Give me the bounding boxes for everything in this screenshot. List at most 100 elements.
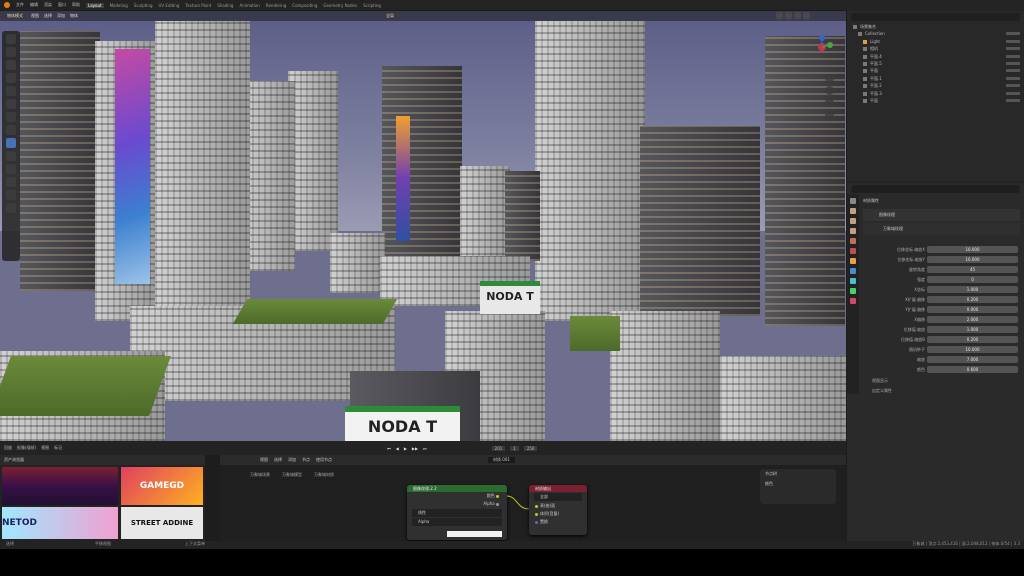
property-value-field[interactable]: 0.600: [927, 366, 1018, 373]
workspace-tab-texture-paint[interactable]: Texture Paint: [185, 3, 211, 8]
property-value-field[interactable]: 10.000: [927, 256, 1018, 263]
annotate-tool-icon[interactable]: [6, 112, 16, 122]
world-tab-icon[interactable]: [850, 248, 856, 254]
property-value-field[interactable]: 0.200: [927, 296, 1018, 303]
properties-search-input[interactable]: [851, 185, 1020, 193]
outliner-search-input[interactable]: [851, 13, 1020, 21]
end-frame-field[interactable]: 250: [523, 445, 538, 451]
property-value-field[interactable]: 45: [927, 266, 1018, 273]
breadcrumb-item[interactable]: 万象城材质: [314, 472, 334, 478]
property-value-field[interactable]: 1.000: [927, 286, 1018, 293]
property-value-field[interactable]: 7.000: [927, 356, 1018, 363]
viewport-menu-select[interactable]: 选择: [44, 13, 52, 19]
outliner-item[interactable]: 平面: [853, 67, 1024, 74]
outliner-item[interactable]: 平面.1: [853, 75, 1024, 82]
brush-tool-icon[interactable]: [6, 151, 16, 161]
visibility-toggles[interactable]: [1006, 39, 1020, 43]
prev-keyframe-icon[interactable]: ◀: [396, 446, 399, 451]
property-value-field[interactable]: 0.000: [927, 306, 1018, 313]
viewport-menu-view[interactable]: 视图: [31, 13, 39, 19]
node-menu-view[interactable]: 视图: [260, 457, 268, 463]
breadcrumb-item[interactable]: 万象城场景: [250, 472, 270, 478]
property-value-field[interactable]: 0.200: [927, 336, 1018, 343]
property-value-field[interactable]: 10.000: [927, 246, 1018, 253]
camera-view-icon[interactable]: [825, 98, 834, 107]
menu-edit[interactable]: 编辑: [30, 2, 38, 8]
workspace-tab-layout[interactable]: Layout: [86, 2, 104, 8]
draw-tool-icon[interactable]: [6, 138, 16, 148]
modifier-tab-icon[interactable]: [850, 268, 856, 274]
viewport-menu-add[interactable]: 添加: [57, 13, 65, 19]
visibility-toggles[interactable]: [1006, 84, 1020, 88]
eraser-tool-icon[interactable]: [6, 190, 16, 200]
visibility-toggles[interactable]: [1006, 69, 1020, 73]
timeline-menu-marker[interactable]: 标记: [54, 445, 62, 451]
property-value-field[interactable]: 2.000: [927, 316, 1018, 323]
node-menu-add[interactable]: 添加: [288, 457, 296, 463]
menu-help[interactable]: 帮助: [72, 2, 80, 8]
asset-thumbnail[interactable]: NETOD: [2, 507, 118, 539]
material-tab-icon[interactable]: [850, 298, 856, 304]
workspace-tab-shading[interactable]: Shading: [217, 3, 233, 8]
jump-start-icon[interactable]: ⏮: [387, 446, 391, 451]
viewport-menu-object[interactable]: 物体: [70, 13, 78, 19]
transform-tool-icon[interactable]: [6, 99, 16, 109]
transform-orientation[interactable]: 全局: [383, 13, 397, 19]
scene-tab-icon[interactable]: [850, 238, 856, 244]
visibility-toggles[interactable]: [1006, 32, 1020, 36]
outliner-item[interactable]: Light: [853, 38, 1024, 45]
properties-subsection[interactable]: 万象城纹理: [863, 223, 1020, 235]
zoom-icon[interactable]: [825, 74, 834, 83]
play-icon[interactable]: ▶: [404, 446, 407, 451]
measure-tool-icon[interactable]: [6, 125, 16, 135]
asset-thumbnail[interactable]: STREET ADDINE: [121, 507, 203, 539]
workspace-tab-compositing[interactable]: Compositing: [292, 3, 317, 8]
property-value-field[interactable]: 0: [927, 276, 1018, 283]
workspace-tab-uv[interactable]: UV Editing: [159, 3, 180, 8]
outliner-item[interactable]: 场景集合: [853, 23, 1024, 30]
pan-icon[interactable]: [825, 86, 834, 95]
asset-thumbnail[interactable]: GAMEGD: [121, 467, 203, 505]
menu-render[interactable]: 渲染: [44, 2, 52, 8]
mode-selector[interactable]: 物体模式: [4, 13, 26, 19]
output-tab-icon[interactable]: [850, 218, 856, 224]
property-value-field[interactable]: 1.000: [927, 326, 1018, 333]
jump-end-icon[interactable]: ⏭: [423, 446, 427, 451]
outliner-item[interactable]: 平面.3: [853, 90, 1024, 97]
workspace-tab-animation[interactable]: Animation: [239, 3, 259, 8]
object-tab-icon[interactable]: [850, 258, 856, 264]
property-value-field[interactable]: 10.000: [927, 346, 1018, 353]
timeline-menu-view[interactable]: 视图: [41, 445, 49, 451]
outliner-item[interactable]: 平面.4: [853, 53, 1024, 60]
node-editor[interactable]: 视图 选择 添加 节点 使用节点 材质.001 万象城场景 万象城模型 万象城材…: [220, 455, 846, 541]
material-selector[interactable]: 材质.001: [488, 457, 515, 463]
workspace-tab-rendering[interactable]: Rendering: [266, 3, 286, 8]
solid-shading-icon[interactable]: [785, 12, 792, 19]
workspace-tab-scripting[interactable]: Scripting: [363, 3, 381, 8]
material-shading-icon[interactable]: [794, 12, 801, 19]
current-frame-field[interactable]: 201: [491, 445, 506, 451]
color-swatch[interactable]: [447, 531, 502, 537]
view-layer-tab-icon[interactable]: [850, 228, 856, 234]
add-cube-tool-icon[interactable]: [6, 203, 16, 213]
visibility-toggles[interactable]: [1006, 98, 1020, 102]
workspace-tab-geometry-nodes[interactable]: Geometry Nodes: [323, 3, 357, 8]
visibility-toggles[interactable]: [1006, 54, 1020, 58]
asset-thumbnail[interactable]: [2, 467, 118, 505]
workspace-tab-sculpting[interactable]: Sculpting: [134, 3, 153, 8]
blender-logo-icon[interactable]: [4, 2, 10, 8]
visibility-toggles[interactable]: [1006, 61, 1020, 65]
smooth-tool-icon[interactable]: [6, 164, 16, 174]
outliner-item[interactable]: 平面: [853, 97, 1024, 104]
start-frame-field[interactable]: 1: [510, 445, 519, 451]
menu-file[interactable]: 文件: [16, 2, 24, 8]
physics-tab-icon[interactable]: [850, 278, 856, 284]
node-menu-node[interactable]: 节点: [302, 457, 310, 463]
visibility-toggles[interactable]: [1006, 91, 1020, 95]
node-dropdown[interactable]: 线性: [412, 509, 502, 517]
rendered-shading-icon[interactable]: [803, 12, 810, 19]
rotate-tool-icon[interactable]: [6, 73, 16, 83]
navigation-gizmo[interactable]: [810, 35, 834, 59]
cursor-tool-icon[interactable]: [6, 47, 16, 57]
outliner-item[interactable]: 平面.2: [853, 82, 1024, 89]
